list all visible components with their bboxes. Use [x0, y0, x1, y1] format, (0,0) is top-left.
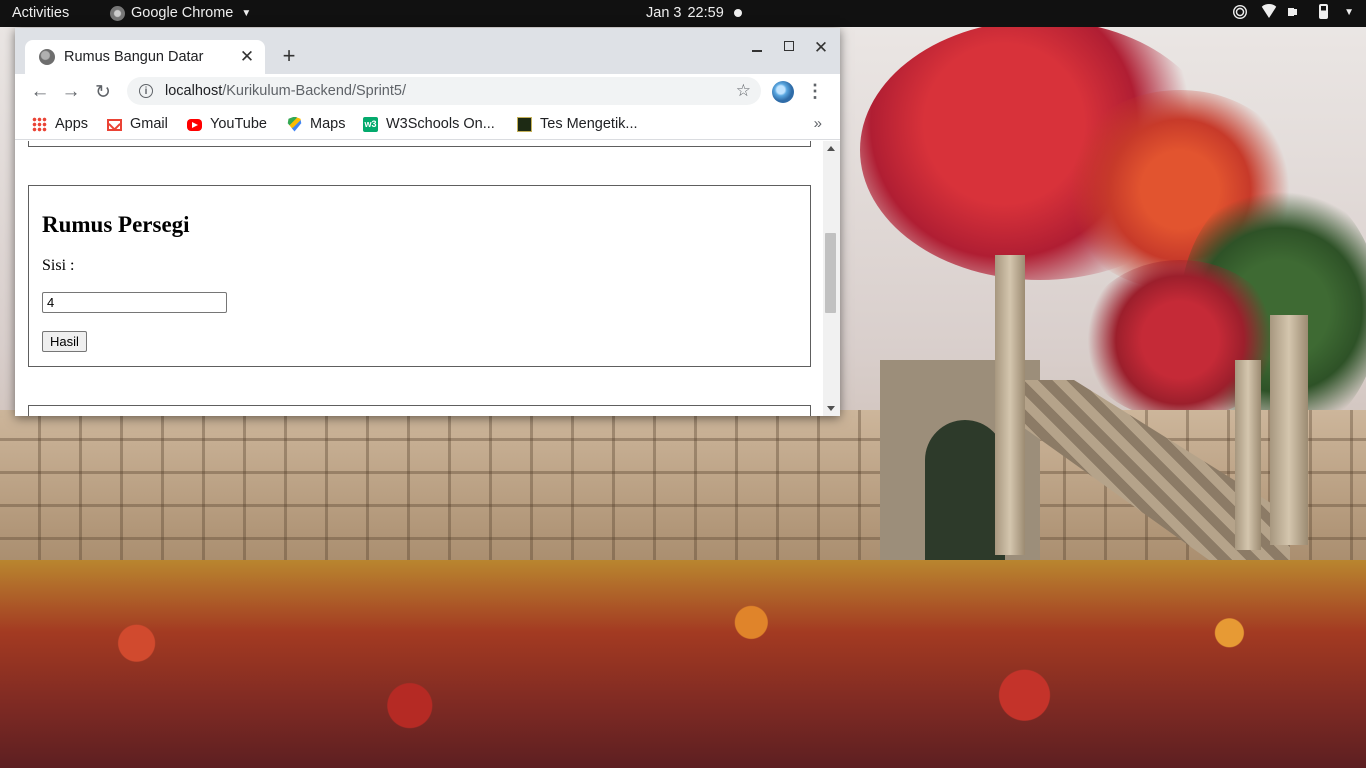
forward-button[interactable]: →	[58, 79, 84, 105]
volume-icon	[1288, 4, 1304, 20]
caret-down-icon: ▼	[241, 7, 252, 19]
activities-button[interactable]: Activities	[12, 5, 69, 21]
tab-rumus-bangun-datar[interactable]: Rumus Bangun Datar ✕	[25, 40, 265, 74]
bookmark-apps[interactable]: Apps	[32, 116, 88, 132]
clock[interactable]: Jan 3 22:59	[646, 5, 724, 21]
youtube-icon	[187, 119, 202, 131]
bookmark-star-icon[interactable]: ☆	[736, 81, 751, 101]
bookmark-youtube[interactable]: YouTube	[187, 116, 267, 132]
next-section-box	[28, 405, 811, 416]
wallpaper-pillar	[1270, 315, 1308, 545]
battery-icon	[1316, 4, 1332, 20]
wallpaper-leaf-ground	[0, 560, 1366, 768]
app-menu[interactable]: Google Chrome ▼	[110, 5, 251, 21]
rumus-persegi-section: Rumus Persegi Sisi : Hasil	[28, 185, 811, 367]
notification-dot-icon	[734, 9, 742, 17]
profile-avatar[interactable]	[772, 81, 794, 103]
chrome-icon	[110, 5, 125, 21]
section-heading: Rumus Persegi	[42, 212, 190, 237]
system-tray[interactable]: ▼	[1232, 4, 1354, 20]
back-button[interactable]: ←	[27, 79, 53, 105]
wallpaper-pillar	[995, 255, 1025, 555]
minimize-icon	[752, 50, 762, 52]
system-top-bar: Activities Google Chrome ▼ Jan 3 22:59 ▼	[0, 0, 1366, 27]
chrome-menu-icon[interactable]: ⋮	[805, 80, 825, 102]
bookmark-label: Apps	[55, 116, 89, 132]
gmail-icon	[107, 119, 122, 131]
tab-strip: Rumus Bangun Datar ✕ + ✕	[15, 28, 840, 74]
bookmark-maps[interactable]: Maps	[287, 116, 345, 132]
tab-title: Rumus Bangun Datar	[64, 49, 204, 65]
clock-date: Jan 3	[646, 5, 682, 21]
browser-toolbar: ← → ↻ i localhost/Kurikulum-Backend/Spri…	[15, 74, 840, 110]
page-viewport: Rumus Persegi Sisi : Hasil	[15, 141, 840, 416]
apps-grid-icon	[32, 116, 47, 132]
maximize-icon	[784, 41, 794, 51]
bookmark-label: Gmail	[130, 116, 168, 132]
previous-section-box	[28, 141, 811, 147]
wifi-icon	[1260, 4, 1279, 20]
bookmarks-overflow-button[interactable]: »	[814, 115, 822, 132]
bookmark-label: YouTube	[210, 116, 267, 132]
tes-mengetik-icon	[517, 116, 532, 132]
bookmark-gmail[interactable]: Gmail	[107, 116, 168, 132]
sisi-label: Sisi :	[42, 257, 75, 274]
w3schools-icon: w3	[363, 116, 378, 132]
clock-time: 22:59	[687, 5, 724, 21]
scroll-down-arrow-icon[interactable]	[827, 406, 835, 411]
globe-icon	[39, 49, 55, 65]
url-path: /Kurikulum-Backend/Sprint5/	[222, 83, 406, 99]
scroll-up-arrow-icon[interactable]	[827, 146, 835, 151]
sisi-input[interactable]	[42, 292, 227, 313]
bookmark-label: W3Schools On...	[386, 116, 495, 132]
scrollbar-thumb[interactable]	[825, 233, 836, 313]
url-host: localhost	[165, 83, 223, 99]
chrome-window: Rumus Bangun Datar ✕ + ✕ ← → ↻ i localho…	[15, 28, 840, 416]
close-tab-icon[interactable]: ✕	[239, 47, 255, 67]
maximize-button[interactable]	[777, 38, 801, 55]
page-scrollbar[interactable]	[823, 141, 840, 416]
maps-icon	[287, 116, 302, 132]
site-info-icon[interactable]: i	[139, 84, 153, 98]
reload-button[interactable]: ↻	[90, 79, 116, 105]
tray-caret-down-icon: ▼	[1344, 6, 1354, 18]
bookmark-label: Tes Mengetik...	[540, 116, 638, 132]
brightness-icon	[1232, 4, 1248, 20]
minimize-button[interactable]	[745, 38, 769, 55]
bookmark-label: Maps	[310, 116, 346, 132]
address-bar[interactable]: i localhost/Kurikulum-Backend/Sprint5/ ☆	[127, 77, 761, 105]
wallpaper-pillar	[1235, 360, 1261, 550]
close-window-button[interactable]: ✕	[809, 38, 833, 58]
app-menu-label: Google Chrome	[131, 5, 234, 21]
bookmark-tes-mengetik[interactable]: Tes Mengetik...	[517, 116, 638, 132]
new-tab-button[interactable]: +	[277, 44, 301, 68]
hasil-button[interactable]: Hasil	[42, 331, 87, 352]
bookmarks-bar: Apps Gmail YouTube Maps w3 W3Schools On.…	[15, 110, 840, 140]
wallpaper-arch	[925, 420, 1005, 560]
bookmark-w3schools[interactable]: w3 W3Schools On...	[363, 116, 495, 132]
